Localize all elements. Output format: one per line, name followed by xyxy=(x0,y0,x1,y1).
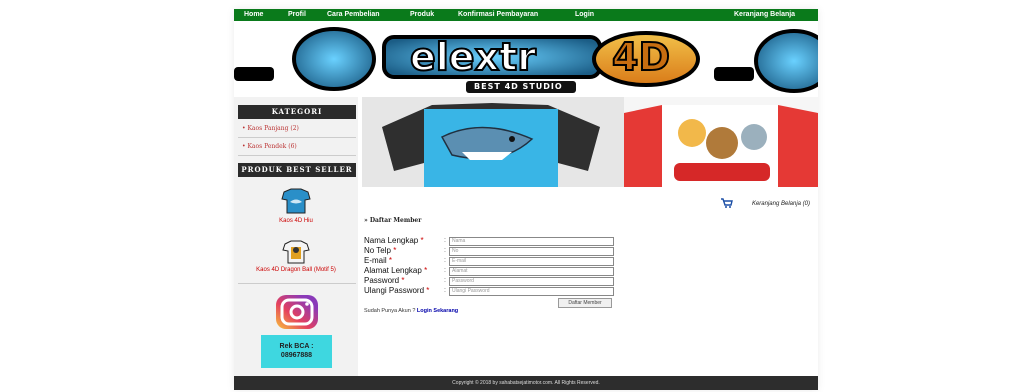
nama-lengkap-input[interactable]: Nama xyxy=(449,237,614,246)
email-input[interactable]: E-mail xyxy=(449,257,614,266)
kategori-item-kaos-panjang[interactable]: • Kaos Panjang (2) xyxy=(242,125,299,132)
ulangi-password-input[interactable]: Ulangi Password xyxy=(449,287,614,296)
label-alamat-lengkap: Alamat Lengkap * xyxy=(364,266,427,275)
shopping-cart-icon[interactable] xyxy=(721,198,733,208)
kategori-heading: KATEGORI xyxy=(238,105,356,119)
divider xyxy=(238,283,356,284)
nav-profil[interactable]: Profil xyxy=(288,9,306,21)
required-mark: * xyxy=(401,276,405,285)
required-mark: * xyxy=(388,256,393,265)
daftar-member-button[interactable]: Daftar Member xyxy=(558,298,612,308)
login-prompt-text: Sudah Punya Akun ? xyxy=(364,308,416,314)
nav-konfirmasi-pembayaran[interactable]: Konfirmasi Pembayaran xyxy=(458,9,538,21)
alamat-lengkap-input[interactable]: Alamat xyxy=(449,267,614,276)
label-text: Alamat Lengkap xyxy=(364,266,422,275)
label-nama-lengkap: Nama Lengkap * xyxy=(364,236,424,245)
hero-banner xyxy=(362,97,818,187)
required-mark: * xyxy=(393,246,397,255)
login-prompt-line: Sudah Punya Akun ? Login Sekarang xyxy=(364,308,458,314)
top-navigation: Home Profil Cara Pembelian Produk Konfir… xyxy=(234,9,818,21)
rek-bca-label: Rek BCA : xyxy=(279,343,314,350)
header-banner: elextr 4D BEST 4D STUDIO xyxy=(234,21,818,97)
colon: : xyxy=(444,277,446,284)
rek-bca-box: Rek BCA : 08967888 xyxy=(261,335,332,368)
required-mark: * xyxy=(420,236,424,245)
section-title: » Daftar Member xyxy=(364,217,422,224)
no-telp-input[interactable]: No xyxy=(449,247,614,256)
colon: : xyxy=(444,267,446,274)
label-text: Password xyxy=(364,276,400,285)
password-input[interactable]: Password xyxy=(449,277,614,286)
rek-bca-number: 08967888 xyxy=(280,352,313,359)
nav-cara-pembelian[interactable]: Cara Pembelian xyxy=(327,9,380,21)
instagram-icon[interactable] xyxy=(274,294,320,330)
footer: Copyright © 2018 by sahabatsejatimotor.c… xyxy=(234,376,818,390)
best-seller-heading: PRODUK BEST SELLER xyxy=(238,163,356,177)
label-password: Password * xyxy=(364,276,404,285)
divider xyxy=(238,137,356,138)
product-image-hiu[interactable] xyxy=(280,188,312,214)
colon: : xyxy=(444,237,446,244)
nav-home[interactable]: Home xyxy=(244,9,263,21)
product-image-dragon-ball[interactable] xyxy=(282,240,310,264)
nav-login[interactable]: Login xyxy=(575,9,594,21)
cart-link[interactable]: Keranjang Belanja (0) xyxy=(752,201,810,207)
divider xyxy=(238,155,356,156)
product-name-hiu[interactable]: Kaos 4D Hiu xyxy=(234,218,358,224)
colon: : xyxy=(444,287,446,294)
label-ulangi-password: Ulangi Password * xyxy=(364,286,429,295)
product-name-dragon-ball[interactable]: Kaos 4D Dragon Ball (Motif 5) xyxy=(234,267,358,273)
hero-image xyxy=(362,97,818,187)
label-text: Ulangi Password xyxy=(364,286,425,295)
kategori-item-label: Kaos Pendek (6) xyxy=(247,143,297,150)
page-container: Home Profil Cara Pembelian Produk Konfir… xyxy=(234,9,818,390)
sidebar: KATEGORI • Kaos Panjang (2) • Kaos Pende… xyxy=(234,97,358,376)
label-no-telp: No Telp * xyxy=(364,246,396,255)
kategori-item-kaos-pendek[interactable]: • Kaos Pendek (6) xyxy=(242,143,297,150)
label-email: E-mail * xyxy=(364,256,392,265)
kategori-item-label: Kaos Panjang (2) xyxy=(247,125,299,132)
label-text: No Telp xyxy=(364,246,391,255)
nav-keranjang-belanja[interactable]: Keranjang Belanja xyxy=(734,9,795,21)
label-text: E-mail xyxy=(364,256,387,265)
brand-suffix: 4D xyxy=(611,34,671,80)
colon: : xyxy=(444,247,446,254)
nav-produk[interactable]: Produk xyxy=(410,9,434,21)
login-now-link[interactable]: Login Sekarang xyxy=(417,308,458,314)
label-text: Nama Lengkap xyxy=(364,236,419,245)
brand-tagline: BEST 4D STUDIO xyxy=(474,82,563,91)
brand-text: elextr xyxy=(409,34,537,80)
main-content: Keranjang Belanja (0) » Daftar Member Na… xyxy=(362,97,818,376)
required-mark: * xyxy=(426,286,430,295)
colon: : xyxy=(444,257,446,264)
required-mark: * xyxy=(424,266,428,275)
